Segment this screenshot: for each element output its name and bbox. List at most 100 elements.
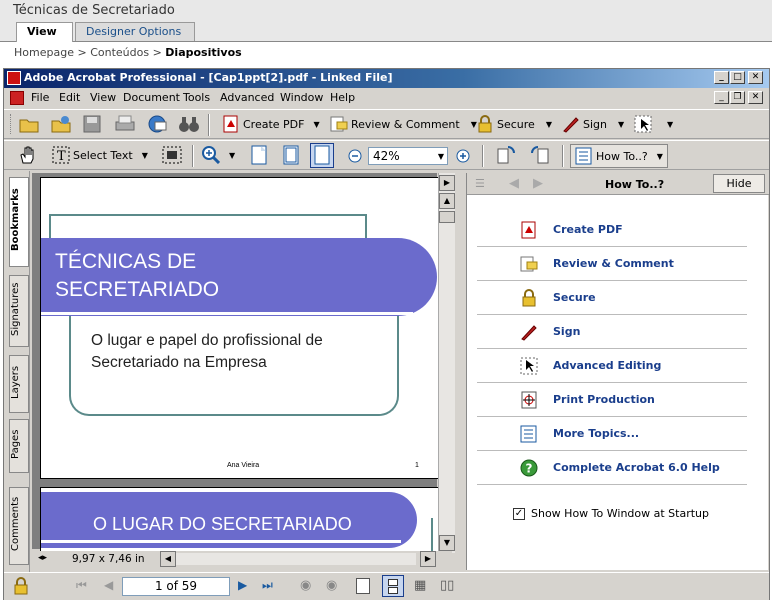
previous-view-icon[interactable]: ◉: [300, 578, 311, 593]
scroll-up-arrow-icon[interactable]: ▲: [439, 193, 455, 209]
security-lock-icon[interactable]: [12, 577, 30, 598]
single-page-icon[interactable]: [356, 578, 370, 594]
scroll-left-arrow-icon[interactable]: ◀: [160, 551, 176, 567]
scroll-right-arrow-icon[interactable]: ▶: [420, 551, 436, 567]
print-icon[interactable]: [114, 114, 136, 137]
doc-minimize-button[interactable]: _: [714, 91, 729, 104]
startup-checkbox[interactable]: ✓: [513, 507, 525, 520]
page-number-field[interactable]: 1 of 59: [122, 577, 230, 596]
tab-layers[interactable]: Layers: [9, 355, 29, 413]
facing-pages-icon[interactable]: ▯▯: [440, 578, 454, 593]
menu-edit[interactable]: Edit: [59, 91, 80, 104]
howto-advanced-editing[interactable]: Advanced Editing: [477, 349, 747, 383]
zoom-in-plus-icon[interactable]: [456, 149, 470, 166]
menu-document[interactable]: Document: [123, 91, 180, 104]
chevron-down-icon: ▼: [313, 119, 320, 129]
toolbar-tools: T Select Text ▼ ▼ 42% ▼ How To..? ▼: [4, 140, 769, 170]
continuous-page-icon[interactable]: [382, 575, 404, 597]
search-binoculars-icon[interactable]: [178, 114, 200, 137]
organizer-icon[interactable]: [50, 114, 72, 137]
back-arrow-icon[interactable]: ◀: [509, 176, 519, 191]
create-pdf-button[interactable]: Create PDF ▼: [222, 115, 320, 133]
tab-pages[interactable]: Pages: [9, 419, 29, 473]
menu-window[interactable]: Window: [280, 91, 323, 104]
chevron-down-icon: ▼: [437, 152, 444, 161]
doc-restore-button[interactable]: ❐: [730, 91, 745, 104]
collapse-pane-arrow-icon[interactable]: ▶: [439, 175, 455, 191]
howto-complete-help[interactable]: ? Complete Acrobat 6.0 Help: [477, 451, 747, 485]
fit-page-icon[interactable]: [282, 145, 300, 168]
menu-file[interactable]: File: [31, 91, 49, 104]
breadcrumb-contents[interactable]: Conteúdos: [90, 46, 149, 59]
crosshair-icon: [519, 390, 539, 410]
document-pane[interactable]: TÉCNICAS DE SECRETARIADO O lugar e papel…: [32, 173, 445, 553]
document-icon[interactable]: [10, 91, 24, 105]
howto-print-production[interactable]: Print Production: [477, 383, 747, 417]
menu-view[interactable]: View: [90, 91, 116, 104]
zoom-in-icon: [202, 146, 220, 164]
email-icon[interactable]: [146, 114, 168, 137]
slide-subtitle: O lugar e papel do profissional de Secre…: [91, 332, 323, 371]
zoom-out-icon[interactable]: [348, 149, 362, 166]
slide2-title: O LUGAR DO SECRETARIADO: [93, 514, 352, 534]
lock-icon: [478, 115, 492, 133]
howto-secure[interactable]: Secure: [477, 281, 747, 315]
howto-more-topics[interactable]: More Topics...: [477, 417, 747, 451]
status-bar: ⏮ ◀ 1 of 59 ▶ ⏭ ◉ ◉ ▦ ▯▯: [4, 572, 769, 600]
howto-toolbar-button[interactable]: How To..? ▼: [570, 144, 668, 168]
save-icon[interactable]: [82, 114, 102, 137]
advanced-editing-button[interactable]: ▼: [634, 115, 673, 133]
menu-advanced[interactable]: Advanced: [220, 91, 274, 104]
first-page-icon[interactable]: ⏮: [76, 578, 87, 593]
howto-home-icon[interactable]: ☰: [475, 177, 485, 190]
previous-page-icon[interactable]: ◀: [104, 578, 113, 592]
acrobat-app-icon: [7, 71, 21, 85]
continuous-facing-icon[interactable]: ▦: [414, 578, 426, 593]
tab-bookmarks[interactable]: Bookmarks: [9, 177, 29, 267]
rotate-clockwise-icon[interactable]: [496, 145, 518, 168]
breadcrumb-home[interactable]: Homepage: [14, 46, 74, 59]
vertical-scrollbar[interactable]: ▶ ▲ ▼: [438, 173, 455, 553]
tab-view[interactable]: View: [16, 22, 73, 42]
howto-review-comment[interactable]: Review & Comment: [477, 247, 747, 281]
hscroll-track[interactable]: [176, 553, 416, 565]
next-view-icon[interactable]: ◉: [326, 578, 337, 593]
review-comment-button[interactable]: Review & Comment ▼: [330, 115, 477, 133]
rotate-counterclockwise-icon[interactable]: [528, 145, 550, 168]
forward-arrow-icon[interactable]: ▶: [533, 176, 543, 191]
fit-width-icon[interactable]: [310, 143, 334, 168]
startup-option: ✓ Show How To Window at Startup: [513, 507, 709, 520]
toolbar-file: Create PDF ▼ Review & Comment ▼ Secure ▼ Si…: [4, 109, 769, 139]
snapshot-icon[interactable]: [162, 146, 182, 167]
howto-create-pdf[interactable]: Create PDF: [477, 213, 747, 247]
secure-button[interactable]: Secure ▼: [476, 115, 552, 133]
sign-button[interactable]: Sign ▼: [562, 115, 624, 133]
howto-sign[interactable]: Sign: [477, 315, 747, 349]
menu-tools[interactable]: Tools: [183, 91, 210, 104]
close-button[interactable]: ✕: [748, 71, 763, 84]
tab-designer-options[interactable]: Designer Options: [75, 22, 195, 41]
tab-comments[interactable]: Comments: [9, 487, 29, 565]
select-text-button[interactable]: T Select Text ▼: [52, 146, 148, 164]
select-object-icon: [519, 356, 539, 376]
maximize-button[interactable]: □: [730, 71, 745, 84]
minimize-button[interactable]: _: [714, 71, 729, 84]
tab-signatures[interactable]: Signatures: [9, 275, 29, 347]
menu-help[interactable]: Help: [330, 91, 355, 104]
hide-button[interactable]: Hide: [713, 174, 765, 193]
zoom-level-field[interactable]: 42% ▼: [368, 147, 448, 165]
zoom-tool-button[interactable]: ▼: [202, 146, 235, 164]
howto-header: ☰ ◀ ▶ How To..? Hide: [467, 173, 769, 195]
actual-size-icon[interactable]: [250, 145, 268, 168]
doc-close-button[interactable]: ✕: [748, 91, 763, 104]
last-page-icon[interactable]: ⏭: [262, 578, 273, 593]
hand-tool-icon[interactable]: [18, 145, 38, 168]
next-page-icon[interactable]: ▶: [238, 578, 247, 592]
split-handle-icon[interactable]: ◂▸: [38, 553, 47, 563]
site-title: Técnicas de Secretariado: [13, 3, 175, 18]
scroll-thumb[interactable]: [439, 211, 455, 223]
scroll-down-arrow-icon[interactable]: ▼: [439, 535, 455, 551]
open-folder-icon[interactable]: [18, 114, 40, 137]
menu-bar: File Edit View Document Tools Advanced W…: [4, 88, 769, 108]
acrobat-titlebar: Adobe Acrobat Professional - [Cap1ppt[2]…: [4, 69, 769, 88]
